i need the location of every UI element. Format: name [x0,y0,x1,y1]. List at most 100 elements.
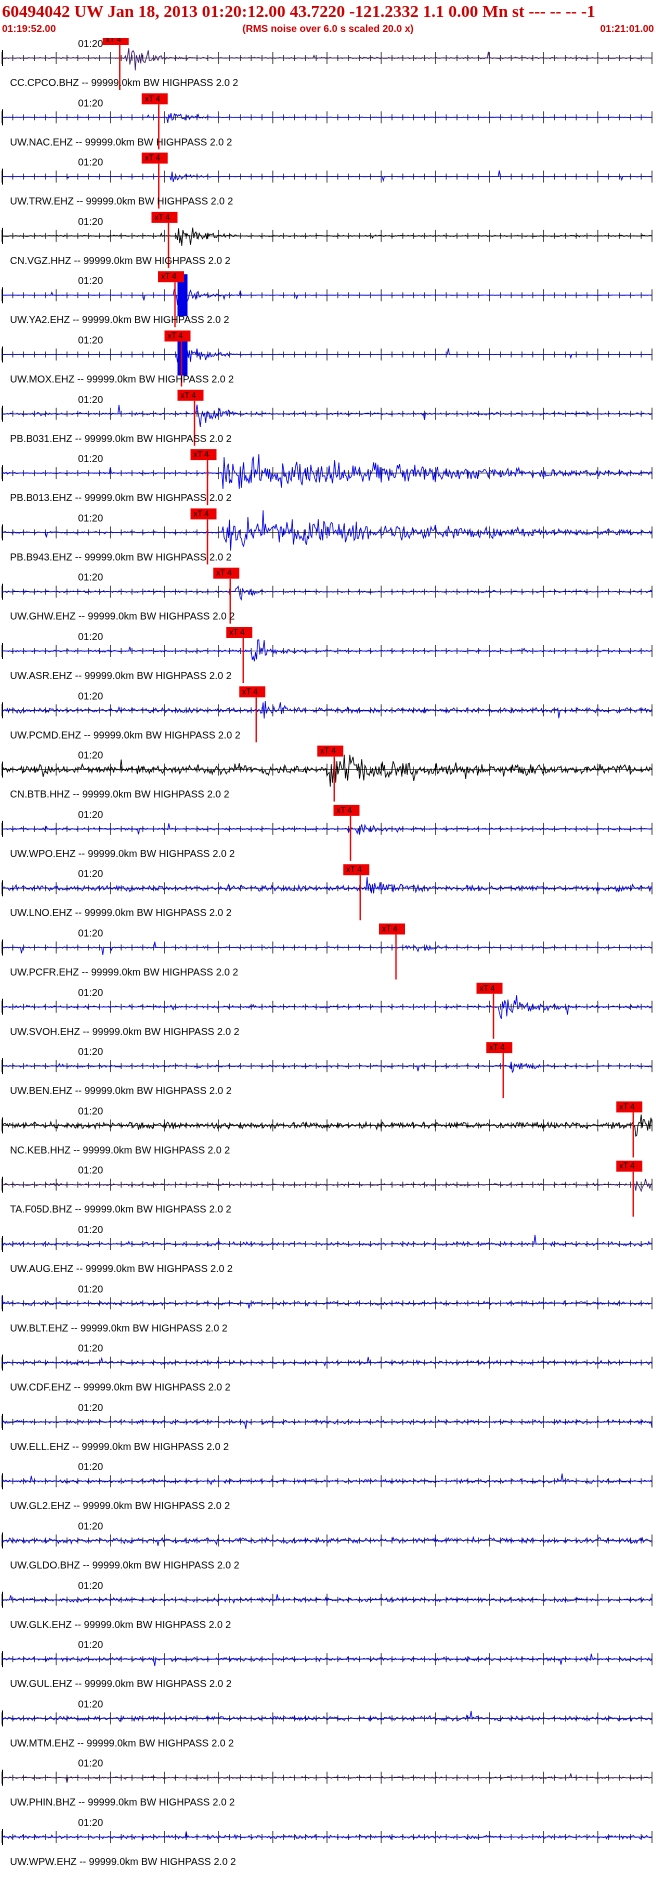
minute-label: 01:20 [78,988,103,999]
plot-header: 60494042 UW Jan 18, 2013 01:20:12.00 43.… [0,0,656,38]
pick-label: xT 4 [619,1162,635,1171]
pick-label: xT 4 [489,1043,505,1052]
minute-label: 01:20 [78,513,103,524]
station-label: CC.CPCO.BHZ -- 99999.0km BW HIGHPASS 2.0… [10,78,239,89]
pick-label: xT 4 [155,213,171,222]
station-label: PB.B013.EHZ -- 99999.0km BW HIGHPASS 2.0… [10,493,232,504]
station-label: UW.PCFR.EHZ -- 99999.0km BW HIGHPASS 2.0… [10,968,239,979]
minute-label: 01:20 [78,1640,103,1651]
station-label: UW.GHW.EHZ -- 99999.0km BW HIGHPASS 2.0 … [10,612,235,623]
station-label: UW.YA2.EHZ -- 99999.0km BW HIGHPASS 2.0 … [10,315,230,326]
trace-row: 01:20 xT 4 UW.MOX.EHZ -- 99999.0km BW HIGH… [1,330,653,387]
minute-label: 01:20 [78,810,103,821]
trace-row: 01:20 xT 4 UW.NAC.EHZ -- 99999.0km BW HIGH… [1,93,653,150]
minute-label: 01:20 [78,276,103,287]
pick-label: xT 4 [181,391,197,400]
trace-row: 01:20 xT 4 UW.BEN.EHZ -- 99999.0km BW HIGH… [1,1042,653,1099]
pick-label: xT 4 [382,925,398,934]
event-title: 60494042 UW Jan 18, 2013 01:20:12.00 43.… [2,2,596,21]
trace-row: 01:20 xT 4 PB.B031.EHZ -- 99999.0km BW HIG… [1,389,653,446]
minute-label: 01:20 [78,1106,103,1117]
minute-label: 01:20 [78,39,103,50]
trace-row: 01:20 xT 4 UW.PCMD.EHZ -- 99999.0km BW HIG… [1,686,653,743]
trace-row: 01:20 xT 4 PB.B013.EHZ -- 99999.0km BW HIG… [1,449,653,506]
station-label: UW.ASR.EHZ -- 99999.0km BW HIGHPASS 2.0 … [10,671,232,682]
trace-row: 01:20 xT 4 CN.BTB.HHZ -- 99999.0km BW HIGH… [1,745,653,802]
trace-row: 01:20 xT 4 TA.F05D.BHZ -- 99999.0km BW HIG… [1,1160,653,1217]
pick-label: xT 4 [168,332,184,341]
trace-row: 01:20 xT 4 UW.LNO.EHZ -- 99999.0km BW HIGH… [1,864,653,921]
trace-row: 01:20 xT 4 UW.PCFR.EHZ -- 99999.0km BW HIG… [1,923,653,980]
end-time-label: 01:21:01.00 [600,24,654,35]
pick-label: xT 4 [145,154,161,163]
station-label: UW.WPW.EHZ -- 99999.0km BW HIGHPASS 2.0 … [10,1857,236,1868]
minute-label: 01:20 [78,632,103,643]
station-label: UW.CDF.EHZ -- 99999.0km BW HIGHPASS 2.0 … [10,1383,231,1394]
minute-label: 01:20 [78,454,103,465]
pick-label: xT 4 [216,569,232,578]
minute-label: 01:20 [78,1403,103,1414]
station-label: PB.B031.EHZ -- 99999.0km BW HIGHPASS 2.0… [10,434,232,445]
trace-row: 01:20 xT 4 UW.TRW.EHZ -- 99999.0km BW HIGH… [1,152,653,209]
trace-row: 01:20 xT 4 UW.GHW.EHZ -- 99999.0km BW HIGH… [1,567,653,624]
trace-row: 01:20 UW.GLDO.BHZ -- 99999.0km BW HIGHPAS… [1,1522,653,1572]
trace-row: 01:20 xT 4 UW.ASR.EHZ -- 99999.0km BW HIGH… [1,627,653,683]
station-label: UW.WPO.EHZ -- 99999.0km BW HIGHPASS 2.0 … [10,849,235,860]
trace-row: 01:20 xT 4 NC.KEB.HHZ -- 99999.0km BW HIGH… [1,1101,653,1158]
station-label: UW.GLDO.BHZ -- 99999.0km BW HIGHPASS 2.0… [10,1561,240,1572]
trace-row: 01:20 UW.GLK.EHZ -- 99999.0km BW HIGHPASS… [1,1581,653,1631]
station-label: TA.F05D.BHZ -- 99999.0km BW HIGHPASS 2.0… [10,1205,232,1216]
trace-row: 01:20 xT 4 UW.WPO.EHZ -- 99999.0km BW HIGH… [1,804,653,861]
station-label: UW.TRW.EHZ -- 99999.0km BW HIGHPASS 2.0 … [10,197,233,208]
station-label: UW.PCMD.EHZ -- 99999.0km BW HIGHPASS 2.0… [10,730,241,741]
trace-row: 01:20 UW.BLT.EHZ -- 99999.0km BW HIGHPASS… [1,1284,653,1334]
trace-row: 01:20 xT 4 CC.CPCO.BHZ -- 99999.0km BW HIG… [1,38,653,90]
minute-label: 01:20 [78,336,103,347]
pick-label: xT 4 [337,806,353,815]
pick-label: xT 4 [194,450,210,459]
minute-label: 01:20 [78,98,103,109]
minute-label: 01:20 [78,1818,103,1829]
station-label: UW.ELL.EHZ -- 99999.0km BW HIGHPASS 2.0 … [10,1442,229,1453]
station-label: CN.VGZ.HHZ -- 99999.0km BW HIGHPASS 2.0 … [10,256,231,267]
pick-label: xT 4 [194,509,210,518]
minute-label: 01:20 [78,1284,103,1295]
minute-label: 01:20 [78,395,103,406]
trace-row: 01:20 UW.ELL.EHZ -- 99999.0km BW HIGHPASS… [1,1403,653,1453]
station-label: UW.SVOH.EHZ -- 99999.0km BW HIGHPASS 2.0… [10,1027,240,1038]
minute-label: 01:20 [78,869,103,880]
minute-label: 01:20 [78,158,103,169]
minute-label: 01:20 [78,1047,103,1058]
minute-label: 01:20 [78,1759,103,1770]
trace-row: 01:20 xT 4 PB.B943.EHZ -- 99999.0km BW HIG… [1,508,653,565]
trace-row: 01:20 UW.PHIN.BHZ -- 99999.0km BW HIGHPAS… [1,1759,653,1809]
trace-row: 01:20 UW.AUG.EHZ -- 99999.0km BW HIGHPASS… [1,1225,653,1275]
station-label: UW.GLK.EHZ -- 99999.0km BW HIGHPASS 2.0 … [10,1620,231,1631]
rms-scaling-note: (RMS noise over 6.0 s scaled 20.0 x) [242,24,414,35]
trace-row: 01:20 UW.CDF.EHZ -- 99999.0km BW HIGHPASS… [1,1344,653,1394]
minute-label: 01:20 [78,1225,103,1236]
pick-label: xT 4 [106,38,122,44]
pick-label: xT 4 [145,94,161,103]
station-label: UW.MOX.EHZ -- 99999.0km BW HIGHPASS 2.0 … [10,375,234,386]
pick-label: xT 4 [619,1102,635,1111]
minute-label: 01:20 [78,929,103,940]
trace-row: 01:20 xT 4 UW.SVOH.EHZ -- 99999.0km BW HIG… [1,982,653,1039]
minute-label: 01:20 [78,1699,103,1710]
minute-label: 01:20 [78,217,103,228]
pick-label: xT 4 [346,865,362,874]
minute-label: 01:20 [78,1166,103,1177]
minute-label: 01:20 [78,1581,103,1592]
station-label: UW.MTM.EHZ -- 99999.0km BW HIGHPASS 2.0 … [10,1738,234,1749]
minute-label: 01:20 [78,1344,103,1355]
station-label: UW.AUG.EHZ -- 99999.0km BW HIGHPASS 2.0 … [10,1264,233,1275]
minute-label: 01:20 [78,751,103,762]
trace-row: 01:20 UW.WPW.EHZ -- 99999.0km BW HIGHPASS… [1,1818,653,1868]
station-label: CN.BTB.HHZ -- 99999.0km BW HIGHPASS 2.0 … [10,790,230,801]
pick-label: xT 4 [242,687,258,696]
station-label: NC.KEB.HHZ -- 99999.0km BW HIGHPASS 2.0 … [10,1145,230,1156]
pick-label: xT 4 [320,747,336,756]
seismogram-plot: 01:20 xT 4CC.CPCO.BHZ -- 99999.0km BW HIG… [1,38,653,1868]
pick-label: xT 4 [229,628,245,637]
pick-label: xT 4 [480,984,496,993]
